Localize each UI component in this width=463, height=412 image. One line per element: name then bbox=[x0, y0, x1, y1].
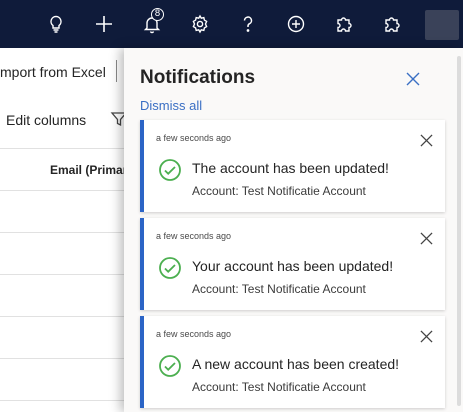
notification-title: The account has been updated! bbox=[192, 160, 389, 176]
command-bar-divider bbox=[116, 60, 117, 82]
grid-divider bbox=[0, 190, 130, 191]
help-icon[interactable] bbox=[232, 8, 264, 40]
notification-card: a few seconds ago A new account has been… bbox=[140, 316, 445, 408]
notification-subtitle: Account: Test Notificatie Account bbox=[192, 380, 366, 394]
notification-subtitle: Account: Test Notificatie Account bbox=[192, 282, 366, 296]
dismiss-all-link[interactable]: Dismiss all bbox=[140, 98, 202, 113]
column-header-email[interactable]: Email (Primar bbox=[50, 163, 127, 177]
bell-icon[interactable]: 8 bbox=[136, 8, 168, 40]
close-icon bbox=[419, 133, 433, 147]
success-check-icon bbox=[159, 159, 181, 181]
puzzle-icon[interactable] bbox=[376, 8, 408, 40]
gear-icon[interactable] bbox=[184, 8, 216, 40]
dismiss-notification-button[interactable] bbox=[418, 230, 434, 246]
dismiss-notification-button[interactable] bbox=[418, 328, 434, 344]
close-panel-button[interactable] bbox=[404, 70, 422, 88]
success-check-icon bbox=[159, 257, 181, 279]
notification-title: A new account has been created! bbox=[192, 356, 400, 372]
notification-time: a few seconds ago bbox=[156, 133, 232, 143]
notification-time: a few seconds ago bbox=[156, 231, 232, 241]
grid-divider bbox=[0, 358, 130, 359]
notification-count-badge: 8 bbox=[151, 8, 164, 21]
notification-subtitle: Account: Test Notificatie Account bbox=[192, 184, 366, 198]
close-icon bbox=[419, 231, 433, 245]
grid-divider bbox=[0, 232, 130, 233]
top-navigation-bar: 8 bbox=[0, 0, 463, 48]
panel-scrollbar[interactable] bbox=[457, 56, 461, 406]
avatar[interactable] bbox=[425, 10, 459, 40]
panel-title: Notifications bbox=[140, 67, 256, 88]
success-check-icon bbox=[159, 355, 181, 377]
grid-divider bbox=[0, 274, 130, 275]
notification-card: a few seconds ago Your account has been … bbox=[140, 218, 445, 310]
notifications-panel: Notifications Dismiss all a few seconds … bbox=[124, 48, 463, 412]
dismiss-notification-button[interactable] bbox=[418, 132, 434, 148]
puzzle-icon[interactable] bbox=[328, 8, 360, 40]
import-from-excel-button[interactable]: mport from Excel bbox=[0, 64, 106, 80]
lightbulb-icon[interactable] bbox=[40, 8, 72, 40]
grid-divider bbox=[0, 148, 130, 149]
close-icon bbox=[419, 329, 433, 343]
grid-divider bbox=[0, 400, 130, 401]
edit-columns-button[interactable]: Edit columns bbox=[6, 112, 86, 128]
notification-card: a few seconds ago The account has been u… bbox=[140, 120, 445, 212]
plus-icon[interactable] bbox=[88, 8, 120, 40]
notification-title: Your account has been updated! bbox=[192, 258, 394, 274]
notification-time: a few seconds ago bbox=[156, 329, 232, 339]
grid-divider bbox=[0, 316, 130, 317]
close-icon bbox=[406, 72, 420, 86]
add-circle-icon[interactable] bbox=[280, 8, 312, 40]
